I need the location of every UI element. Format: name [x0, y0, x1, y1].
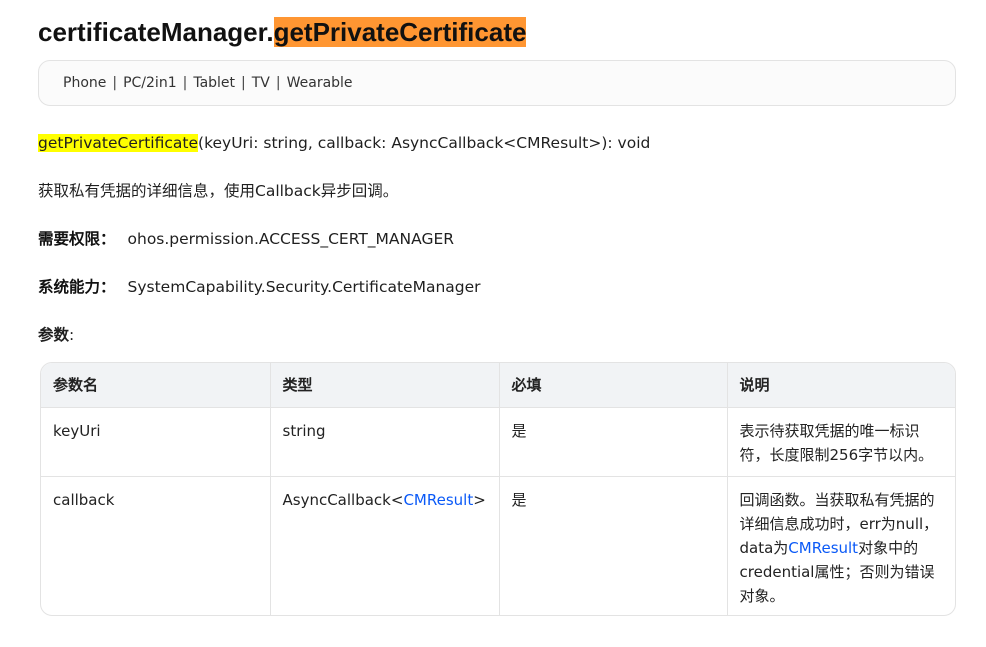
table-header-row: 参数名 类型 必填 说明: [41, 363, 955, 407]
cmresult-desc-link[interactable]: CMResult: [788, 539, 858, 557]
cell-type: AsyncCallback<CMResult>: [270, 475, 500, 615]
header-param-name: 参数名: [41, 363, 271, 407]
signature-name: getPrivateCertificate: [38, 134, 199, 152]
device-wearable: Wearable: [286, 75, 353, 91]
device-separator: |: [182, 75, 188, 91]
page-title: certificateManager.getPrivateCertificate: [38, 14, 527, 50]
device-tablet: Tablet: [193, 75, 236, 91]
permission-label: 需要权限：: [38, 230, 116, 248]
cell-type: string: [270, 406, 500, 476]
cell-required: 是: [499, 406, 728, 476]
header-type: 类型: [270, 363, 500, 407]
header-required: 必填: [499, 363, 728, 407]
device-phone: Phone: [63, 75, 107, 91]
table-row: keyUri string 是 表示待获取凭据的唯一标识符，长度限制256字节以…: [41, 406, 955, 476]
title-highlight: getPrivateCertificate: [273, 17, 527, 47]
method-description: 获取私有凭据的详细信息，使用Callback异步回调。: [38, 182, 399, 200]
device-support-box: Phone | PC/2in1 | Tablet | TV | Wearable: [38, 60, 956, 106]
device-separator: |: [112, 75, 118, 91]
title-prefix: certificateManager.: [38, 17, 274, 47]
header-description: 说明: [727, 363, 955, 407]
signature-rest: (keyUri: string, callback: AsyncCallback…: [198, 134, 651, 152]
device-separator: |: [275, 75, 281, 91]
cell-description: 回调函数。当获取私有凭据的详细信息成功时，err为null，data为CMRes…: [727, 475, 955, 615]
method-signature: getPrivateCertificate(keyUri: string, ca…: [38, 132, 650, 154]
permission-value: ohos.permission.ACCESS_CERT_MANAGER: [127, 230, 455, 248]
cell-param-name: keyUri: [41, 406, 271, 476]
syscap-line: 系统能力： SystemCapability.Security.Certifica…: [38, 276, 481, 298]
params-table: 参数名 类型 必填 说明 keyUri string 是 表示待获取凭据的唯一标…: [40, 362, 956, 616]
device-pc: PC/2in1: [123, 75, 177, 91]
cell-required: 是: [499, 475, 728, 615]
params-heading-label: 参数: [38, 326, 70, 344]
device-separator: |: [241, 75, 246, 91]
device-tv: TV: [251, 75, 270, 91]
cmresult-type-link[interactable]: CMResult: [403, 491, 473, 509]
syscap-value: SystemCapability.Security.CertificateMan…: [127, 278, 481, 296]
syscap-label: 系统能力：: [38, 278, 116, 296]
table-row: callback AsyncCallback<CMResult> 是 回调函数。…: [41, 475, 955, 615]
params-heading-colon: :: [69, 326, 75, 344]
type-prefix: AsyncCallback<: [282, 490, 404, 509]
type-suffix: >: [473, 490, 486, 509]
permission-line: 需要权限： ohos.permission.ACCESS_CERT_MANAGER: [38, 228, 454, 250]
cell-param-name: callback: [41, 475, 271, 615]
params-heading: 参数:: [38, 324, 74, 346]
cell-description: 表示待获取凭据的唯一标识符，长度限制256字节以内。: [727, 406, 955, 476]
